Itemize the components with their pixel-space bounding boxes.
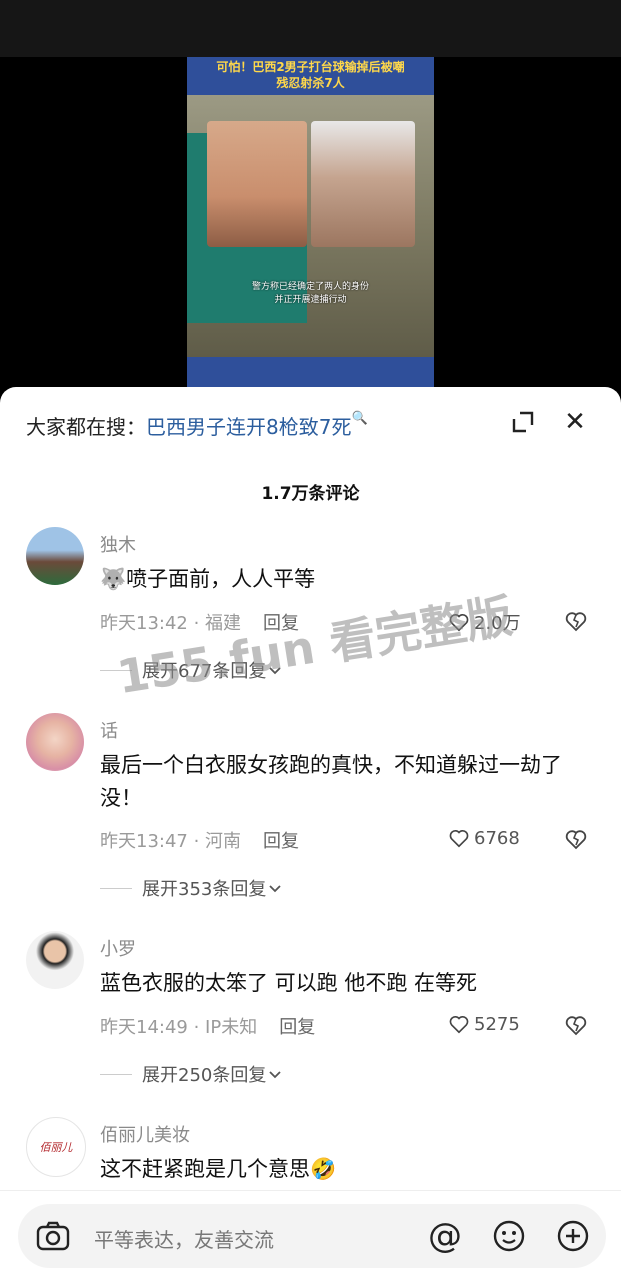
comment-text: 这不赶紧跑是几个意思🤣 xyxy=(100,1153,590,1186)
watermark: 155.fun 看完整版 xyxy=(113,588,516,705)
comment-username[interactable]: 小罗 xyxy=(100,935,136,961)
avatar[interactable] xyxy=(26,713,84,771)
wolf-emoji-icon: 🐺 xyxy=(100,567,127,591)
like-button[interactable]: 6768 xyxy=(448,827,520,849)
expand-replies-button[interactable]: 展开250条回复 xyxy=(100,1061,284,1087)
comment-time-location: 昨天14:49 · IP未知 xyxy=(100,1017,258,1038)
comment-input[interactable]: 平等表达，友善交流 @ xyxy=(18,1204,606,1268)
heart-icon xyxy=(449,1016,469,1034)
broken-heart-icon[interactable] xyxy=(564,1013,588,1037)
avatar[interactable] xyxy=(26,527,84,585)
comment-text-body: 这不赶紧跑是几个意思 xyxy=(100,1157,310,1181)
expand-replies-label: 展开250条回复 xyxy=(142,1065,267,1086)
avatar[interactable]: 佰丽儿 xyxy=(26,1117,86,1177)
chevron-down-icon xyxy=(269,1071,281,1079)
chevron-down-icon xyxy=(269,885,281,893)
video-title: 可怕！巴西2男子打台球输掉后被嘲 残忍射杀7人 xyxy=(187,57,434,99)
like-count: 6768 xyxy=(474,827,520,849)
comment-username[interactable]: 话 xyxy=(100,717,118,743)
comment-text: 最后一个白衣服女孩跑的真快，不知道躲过一劫了没！ xyxy=(100,753,562,810)
comment-text: 🐺喷子面前，人人平等 xyxy=(100,563,590,596)
plus-icon[interactable] xyxy=(556,1219,590,1253)
status-bar xyxy=(0,0,621,57)
close-icon[interactable]: ✕ xyxy=(562,409,588,435)
divider-line xyxy=(100,887,132,889)
comment-sheet: 大家都在搜：巴西男子连开8枪致7死🔍 ✕ 1.7万条评论 独木 🐺喷子面前，人人… xyxy=(0,387,621,1280)
reply-button[interactable]: 回复 xyxy=(263,831,299,852)
heart-icon xyxy=(449,830,469,848)
mention-icon[interactable]: @ xyxy=(428,1216,462,1256)
video-scene: 警方称已经确定了两人的身份 并正开展逮捕行动 xyxy=(187,95,434,357)
expand-replies-button[interactable]: 展开353条回复 xyxy=(100,875,284,901)
video-subtitle-line1: 警方称已经确定了两人的身份 xyxy=(251,282,369,292)
avatar[interactable] xyxy=(26,931,84,989)
rofl-emoji-icon: 🤣 xyxy=(310,1157,337,1181)
search-icon[interactable]: 🔍 xyxy=(351,411,367,426)
video-title-line1: 可怕！巴西2男子打台球输掉后被嘲 xyxy=(216,60,405,74)
comment-username[interactable]: 独木 xyxy=(100,531,136,557)
camera-icon[interactable] xyxy=(36,1220,70,1252)
divider-line xyxy=(100,1073,132,1075)
comment-input-placeholder: 平等表达，友善交流 xyxy=(94,1228,274,1252)
comment-count: 1.7万条评论 xyxy=(261,484,360,504)
comment-input-bar: 平等表达，友善交流 @ xyxy=(0,1190,621,1281)
video-player[interactable]: 可怕！巴西2男子打台球输掉后被嘲 残忍射杀7人 警方称已经确定了两人的身份 并正… xyxy=(0,57,621,397)
hot-search-query[interactable]: 巴西男子连开8枪致7死 xyxy=(146,415,351,439)
comment-text: 蓝色衣服的太笨了 可以跑 他不跑 在等死 xyxy=(100,971,478,995)
video-frame[interactable]: 可怕！巴西2男子打台球输掉后被嘲 残忍射杀7人 警方称已经确定了两人的身份 并正… xyxy=(187,57,434,397)
video-subtitle-line2: 并正开展逮捕行动 xyxy=(274,295,347,305)
expand-replies-label: 展开353条回复 xyxy=(142,879,267,900)
hot-search-prefix: 大家都在搜： xyxy=(26,415,146,439)
hot-search-row[interactable]: 大家都在搜：巴西男子连开8枪致7死🔍 xyxy=(26,411,586,441)
suspect-photo-1 xyxy=(207,121,307,247)
comment-meta: 昨天13:47 · 河南 回复 xyxy=(100,827,299,853)
like-button[interactable]: 5275 xyxy=(448,1013,520,1035)
fullscreen-icon[interactable] xyxy=(510,409,536,435)
comment-time-location: 昨天13:47 · 河南 xyxy=(100,831,242,852)
video-subtitle: 警方称已经确定了两人的身份 并正开展逮捕行动 xyxy=(187,281,434,307)
broken-heart-icon[interactable] xyxy=(564,609,588,633)
avatar-logo-text: 佰丽儿 xyxy=(39,1141,73,1154)
suspect-photo-2 xyxy=(311,121,415,247)
comment-meta: 昨天14:49 · IP未知 回复 xyxy=(100,1013,315,1039)
emoji-icon[interactable] xyxy=(492,1219,526,1253)
like-count: 5275 xyxy=(474,1013,520,1035)
broken-heart-icon[interactable] xyxy=(564,827,588,851)
comment-username[interactable]: 佰丽儿美妆 xyxy=(100,1121,190,1147)
video-title-line2: 残忍射杀7人 xyxy=(276,76,345,90)
comment-text-body: 喷子面前，人人平等 xyxy=(126,567,316,591)
reply-button[interactable]: 回复 xyxy=(279,1017,315,1038)
